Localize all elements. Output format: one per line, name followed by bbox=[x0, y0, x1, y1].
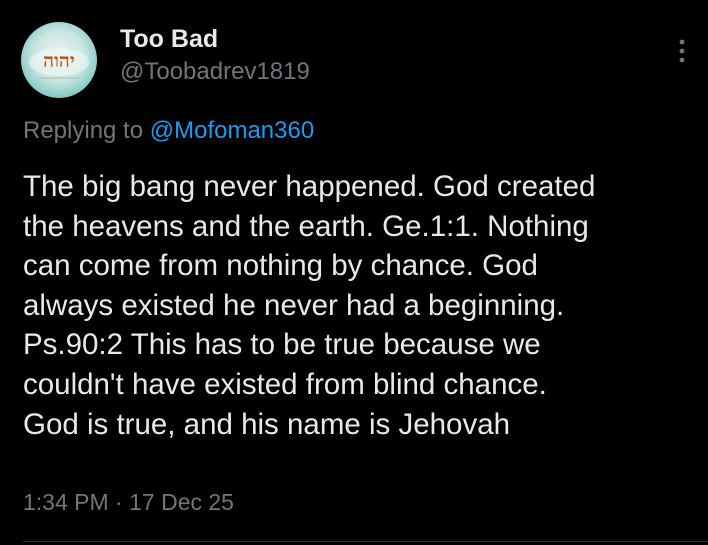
tweet-text-line: the heavens and the earth. Ge.1:1. Nothi… bbox=[23, 209, 589, 243]
tweet-text: The big bang never happened. God created… bbox=[23, 167, 703, 444]
avatar-text: יהוה bbox=[43, 50, 75, 72]
tweet-date-link[interactable]: 17 Dec 25 bbox=[129, 489, 234, 515]
author-handle[interactable]: @Toobadrev1819 bbox=[120, 57, 310, 87]
replying-to: Replying to @Mofoman360 bbox=[23, 116, 314, 146]
author-display-name[interactable]: Too Bad bbox=[120, 24, 310, 54]
tweet-text-line: The big bang never happened. God created bbox=[23, 170, 596, 203]
divider bbox=[23, 541, 708, 542]
tweet-text-line: couldn't have existed from blind chance. bbox=[23, 367, 547, 401]
replying-to-label: Replying to bbox=[23, 117, 150, 144]
timestamp-separator: · bbox=[108, 489, 130, 515]
tweet-timestamp: 1:34 PM · 17 Dec 25 bbox=[23, 487, 234, 517]
more-vertical-icon bbox=[679, 39, 685, 63]
tweet-text-line: can come from nothing by chance. God bbox=[23, 249, 538, 283]
more-options-button[interactable] bbox=[670, 36, 694, 68]
tweet[interactable]: יהוה Too Bad @Toobadrev1819 Replying to … bbox=[0, 0, 708, 545]
tweet-time-link[interactable]: 1:34 PM bbox=[23, 489, 109, 515]
avatar[interactable]: יהוה bbox=[21, 22, 97, 98]
tweet-text-line: Ps.90:2 This has to be true because we bbox=[23, 328, 541, 362]
reply-mention-link[interactable]: @Mofoman360 bbox=[150, 117, 314, 144]
author-block: Too Bad @Toobadrev1819 bbox=[120, 24, 310, 87]
tweet-text-line: always existed he never had a beginning. bbox=[23, 288, 565, 322]
tweet-text-line: God is true, and his name is Jehovah bbox=[23, 407, 511, 441]
avatar-image: יהוה bbox=[29, 48, 89, 79]
